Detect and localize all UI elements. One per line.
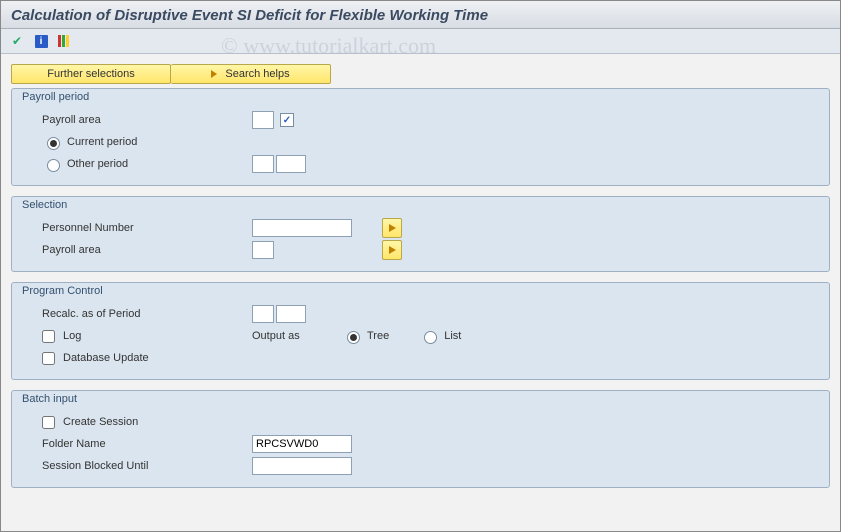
arrow-right-icon [211,70,217,78]
folder-name-label: Folder Name [42,438,252,450]
output-tree-label: Tree [367,330,389,342]
title-bar: Calculation of Disruptive Event SI Defic… [1,1,840,29]
payroll-area-match-checkbox[interactable] [280,113,294,127]
group-program-control: Program Control Recalc. as of Period Log… [11,282,830,380]
variant-icon[interactable] [55,32,75,50]
search-helps-button[interactable]: Search helps [171,64,331,84]
app-toolbar: ✔ i [1,29,840,54]
recalc-label: Recalc. as of Period [42,308,252,320]
other-period-input-2[interactable] [276,155,306,173]
further-selections-label: Further selections [47,68,134,80]
log-checkbox[interactable] [42,330,55,343]
search-helps-label: Search helps [225,68,289,80]
other-period-input-1[interactable] [252,155,274,173]
output-as-label: Output as [252,330,322,342]
payroll-area-multiselect-button[interactable] [382,240,402,260]
group-payroll-period: Payroll period Payroll area Current peri… [11,88,830,186]
personnel-number-label: Personnel Number [42,222,252,234]
output-list-radio[interactable] [424,331,437,344]
output-tree-radio[interactable] [347,331,360,344]
arrow-right-icon [389,224,396,232]
execute-icon[interactable]: ✔ [7,32,27,50]
database-update-label: Database Update [63,352,149,364]
output-list-label: List [444,330,461,342]
selection-payroll-area-input[interactable] [252,241,274,259]
group-title-payroll-period: Payroll period [22,91,819,103]
personnel-number-input[interactable] [252,219,352,237]
payroll-area-label: Payroll area [42,114,252,126]
group-selection: Selection Personnel Number Payroll area [11,196,830,272]
other-period-label: Other period [67,158,128,170]
current-period-label: Current period [67,136,137,148]
recalc-input-1[interactable] [252,305,274,323]
session-blocked-label: Session Blocked Until [42,460,252,472]
log-label: Log [63,330,81,342]
database-update-checkbox[interactable] [42,352,55,365]
other-period-radio[interactable] [47,159,60,172]
session-blocked-input[interactable] [252,457,352,475]
arrow-right-icon [389,246,396,254]
group-title-program-control: Program Control [22,285,819,297]
payroll-area-input[interactable] [252,111,274,129]
create-session-checkbox[interactable] [42,416,55,429]
group-title-batch-input: Batch input [22,393,819,405]
create-session-label: Create Session [63,416,138,428]
group-title-selection: Selection [22,199,819,211]
further-selections-button[interactable]: Further selections [11,64,171,84]
recalc-input-2[interactable] [276,305,306,323]
current-period-radio[interactable] [47,137,60,150]
personnel-number-multiselect-button[interactable] [382,218,402,238]
page-title: Calculation of Disruptive Event SI Defic… [11,7,830,24]
selection-payroll-area-label: Payroll area [42,244,252,256]
folder-name-input[interactable] [252,435,352,453]
group-batch-input: Batch input Create Session Folder Name S… [11,390,830,488]
info-icon[interactable]: i [31,32,51,50]
